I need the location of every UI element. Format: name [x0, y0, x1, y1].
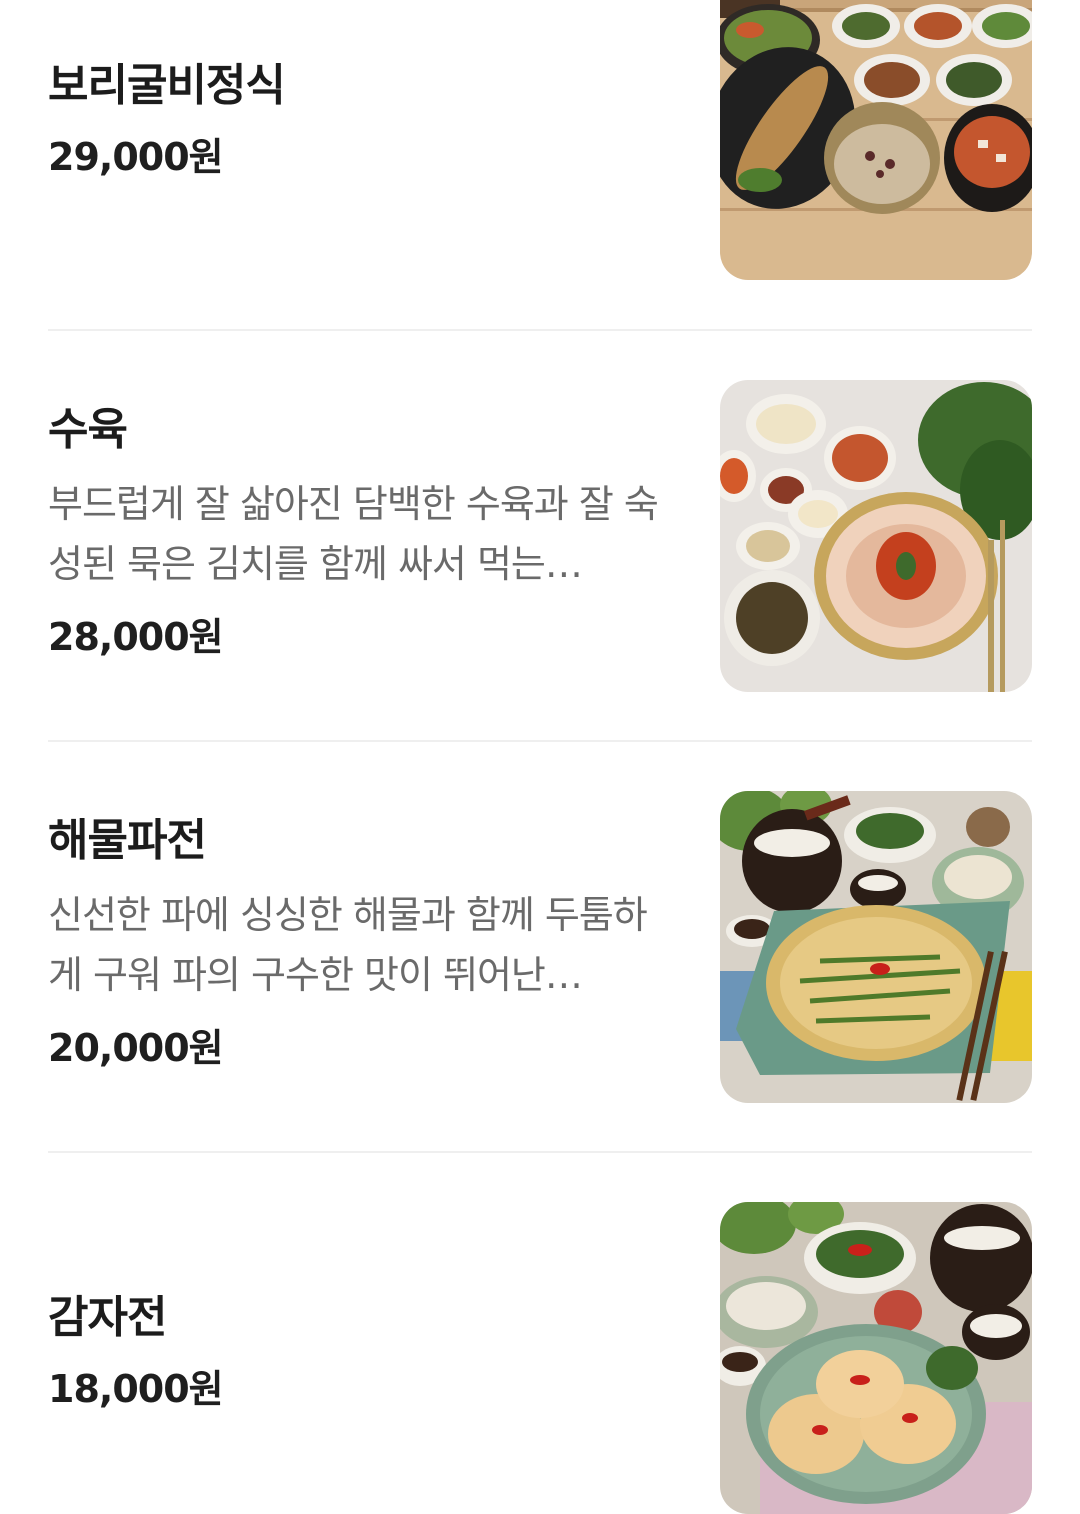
- boiled-pork-photo-icon: [720, 380, 1032, 692]
- menu-item-price: 20,000원: [48, 1026, 224, 1070]
- divider: [48, 740, 1032, 742]
- menu-item-text: 수육 부드럽게 잘 삶아진 담백한 수육과 잘 숙성된 묵은 김치를 함께 싸서…: [48, 402, 678, 662]
- menu-item-photo[interactable]: [720, 380, 1032, 692]
- seafood-pancake-photo-icon: [720, 791, 1032, 1103]
- menu-item-gamjajeon[interactable]: 감자전 18,000원: [48, 1202, 1032, 1514]
- menu-item-price: 29,000원: [48, 135, 224, 179]
- menu-item-bori-gulbi[interactable]: 보리굴비정식 29,000원: [48, 0, 1032, 290]
- menu-item-photo[interactable]: [720, 0, 1032, 280]
- divider: [48, 1151, 1032, 1153]
- menu-item-text: 보리굴비정식 29,000원: [48, 58, 678, 182]
- menu-item-photo[interactable]: [720, 1202, 1032, 1514]
- menu-item-name: 감자전: [48, 1292, 167, 1343]
- menu-item-description: 신선한 파에 싱싱한 해물과 함께 두툼하게 구워 파의 구수한 맛이 뛰어난…: [48, 893, 648, 997]
- menu-item-haemul-pajeon[interactable]: 해물파전 신선한 파에 싱싱한 해물과 함께 두툼하게 구워 파의 구수한 맛이…: [48, 791, 1032, 1103]
- menu-item-text: 해물파전 신선한 파에 싱싱한 해물과 함께 두툼하게 구워 파의 구수한 맛이…: [48, 813, 678, 1073]
- menu-item-name: 수육: [48, 404, 128, 455]
- menu-item-photo[interactable]: [720, 791, 1032, 1103]
- divider: [48, 329, 1032, 331]
- menu-item-description: 부드럽게 잘 삶아진 담백한 수육과 잘 숙성된 묵은 김치를 함께 싸서 먹는…: [48, 482, 659, 586]
- menu-item-suyuk[interactable]: 수육 부드럽게 잘 삶아진 담백한 수육과 잘 숙성된 묵은 김치를 함께 싸서…: [48, 380, 1032, 692]
- menu-item-price: 18,000원: [48, 1367, 224, 1411]
- menu-item-price: 28,000원: [48, 615, 224, 659]
- potato-pancake-photo-icon: [720, 1202, 1032, 1514]
- menu-item-name: 보리굴비정식: [48, 60, 286, 111]
- barley-croaker-set-photo-icon: [720, 0, 1032, 280]
- menu-item-name: 해물파전: [48, 815, 207, 866]
- menu-item-text: 감자전 18,000원: [48, 1290, 678, 1414]
